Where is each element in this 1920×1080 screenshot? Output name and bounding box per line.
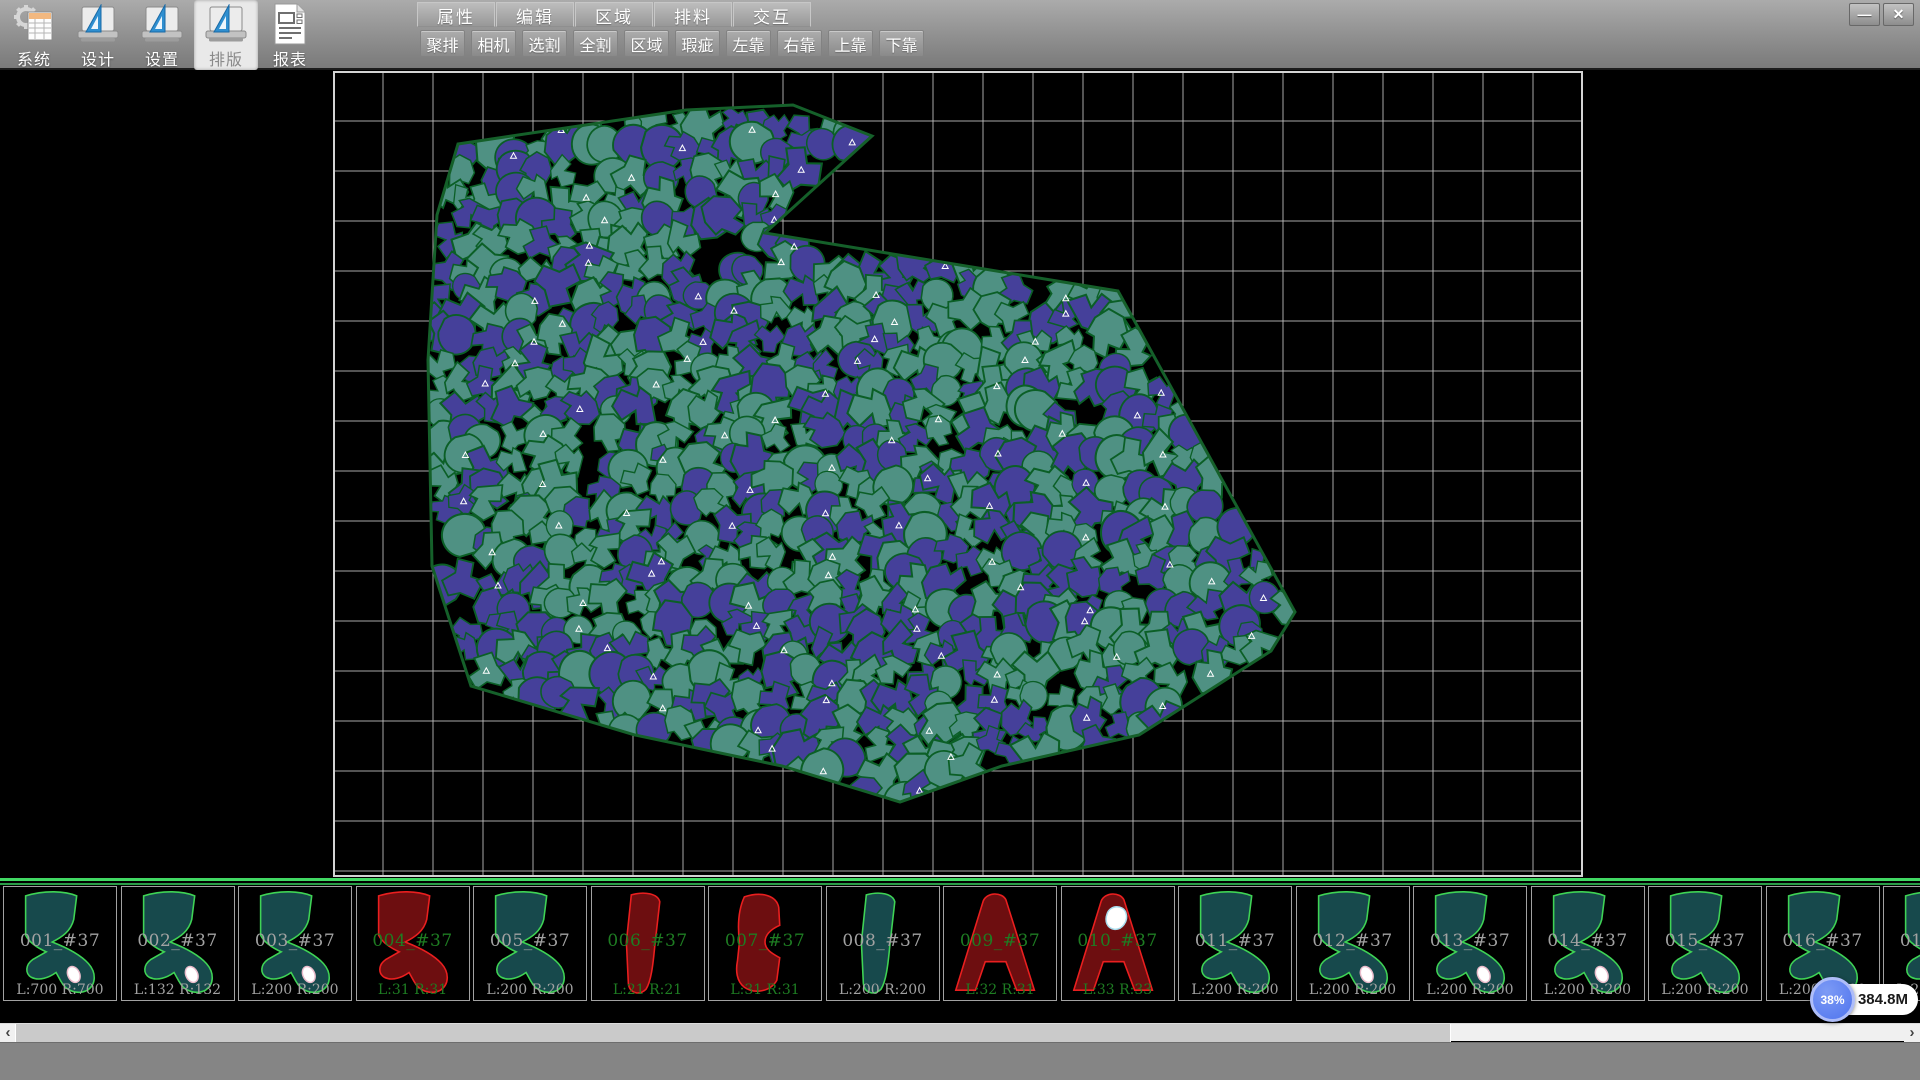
tool-button[interactable]: 选割 — [522, 30, 567, 57]
menu-tab-row: 属性编辑区域排料交互 — [417, 2, 812, 27]
piece-id-label: 014_#37 — [1532, 931, 1644, 951]
strip-separator-line — [0, 878, 1920, 881]
tool-button[interactable]: 下靠 — [879, 30, 924, 57]
piece-thumbnail[interactable]: 006_#37 L:21 R:21 — [591, 886, 705, 1001]
piece-thumbnail[interactable]: 011_#37 L:200 R:200 — [1178, 886, 1292, 1001]
piece-lr-count: L:200 R:200 — [1414, 982, 1526, 998]
app-button-label: 排版 — [209, 46, 243, 70]
minimize-button[interactable]: — — [1849, 3, 1880, 26]
piece-lr-count: L:200 R:200 — [1179, 982, 1291, 998]
progress-percent-badge[interactable]: 38% — [1810, 977, 1855, 1022]
progress-percent-value: 38% — [1820, 993, 1844, 1007]
menu-tab[interactable]: 区域 — [575, 2, 653, 27]
piece-id-label: 010_#37 — [1062, 931, 1174, 951]
piece-lr-count: L:32 R:31 — [944, 982, 1056, 998]
nesting-canvas-viewport[interactable] — [333, 71, 1583, 877]
piece-thumbnail[interactable]: 009_#37 L:32 R:31 — [943, 886, 1057, 1001]
piece-thumbnail[interactable]: 001_#37 L:700 R:700 — [3, 886, 117, 1001]
scrollbar-thumb[interactable] — [15, 1024, 1451, 1042]
piece-id-label: 017_#37 — [1884, 931, 1920, 951]
piece-id-label: 009_#37 — [944, 931, 1056, 951]
menu-tab[interactable]: 编辑 — [496, 2, 574, 27]
horizontal-scrollbar[interactable]: ‹ › — [0, 1023, 1920, 1041]
tool-button[interactable]: 上靠 — [828, 30, 873, 57]
piece-id-label: 015_#37 — [1649, 931, 1761, 951]
piece-lr-count: L:132 R:132 — [122, 982, 234, 998]
piece-thumbnail[interactable]: 005_#37 L:200 R:200 — [473, 886, 587, 1001]
piece-lr-count: L:200 R:200 — [1649, 982, 1761, 998]
tool-button[interactable]: 区域 — [624, 30, 669, 57]
menu-tab[interactable]: 排料 — [654, 2, 732, 27]
tool-button[interactable]: 右靠 — [777, 30, 822, 57]
main-toolbar: 系统 设计 设置 排版 报表 属性编辑区域排料交互 聚排相机选割全割区域瑕疵左靠… — [0, 0, 1920, 70]
tool-button[interactable]: 瑕疵 — [675, 30, 720, 57]
piece-lr-count: L:200 R:200 — [827, 982, 939, 998]
system-gear-icon — [11, 3, 57, 45]
strip-separator-line-2 — [0, 883, 1920, 885]
piece-thumbnail[interactable]: 004_#37 L:31 R:31 — [356, 886, 470, 1001]
piece-thumbnail-strip: 001_#37 L:700 R:700 002_#37 L:132 R:132 … — [0, 886, 1920, 1001]
piece-thumbnail[interactable]: 002_#37 L:132 R:132 — [121, 886, 235, 1001]
piece-lr-count: L:33 R:33 — [1062, 982, 1174, 998]
piece-thumbnail[interactable]: 008_#37 L:200 R:200 — [826, 886, 940, 1001]
app-button-label: 系统 — [17, 46, 51, 70]
app-button-系统[interactable]: 系统 — [2, 0, 66, 70]
piece-id-label: 016_#37 — [1767, 931, 1879, 951]
tool-button[interactable]: 左靠 — [726, 30, 771, 57]
piece-id-label: 008_#37 — [827, 931, 939, 951]
memory-usage-value: 384.8M — [1858, 991, 1908, 1008]
piece-id-label: 012_#37 — [1297, 931, 1409, 951]
ruler-screen-icon — [203, 4, 249, 44]
scroll-right-arrow-icon[interactable]: › — [1904, 1024, 1920, 1042]
status-bar — [0, 1042, 1920, 1080]
piece-thumbnail[interactable]: 007_#37 L:31 R:31 — [708, 886, 822, 1001]
piece-id-label: 013_#37 — [1414, 931, 1526, 951]
app-button-报表[interactable]: 报表 — [258, 0, 322, 70]
piece-id-label: 004_#37 — [357, 931, 469, 951]
menu-tab[interactable]: 交互 — [733, 2, 811, 27]
piece-thumbnail[interactable]: 012_#37 L:200 R:200 — [1296, 886, 1410, 1001]
piece-lr-count: L:200 R:200 — [1297, 982, 1409, 998]
scroll-left-arrow-icon[interactable]: ‹ — [0, 1024, 16, 1042]
ruler-screen-icon — [139, 4, 185, 44]
piece-lr-count: L:21 R:21 — [592, 982, 704, 998]
app-mode-buttons: 系统 设计 设置 排版 报表 — [2, 0, 322, 70]
app-button-设计[interactable]: 设计 — [66, 0, 130, 70]
piece-id-label: 001_#37 — [4, 931, 116, 951]
piece-lr-count: L:200 R:200 — [1532, 982, 1644, 998]
piece-lr-count: L:700 R:700 — [4, 982, 116, 998]
piece-id-label: 002_#37 — [122, 931, 234, 951]
piece-id-label: 003_#37 — [239, 931, 351, 951]
tool-button-row: 聚排相机选割全割区域瑕疵左靠右靠上靠下靠 — [420, 30, 930, 57]
app-button-label: 报表 — [273, 46, 307, 70]
piece-thumbnail[interactable]: 003_#37 L:200 R:200 — [238, 886, 352, 1001]
app-button-label: 设置 — [145, 46, 179, 70]
tool-button[interactable]: 相机 — [471, 30, 516, 57]
close-button[interactable]: ✕ — [1883, 3, 1914, 26]
report-document-icon — [270, 3, 310, 45]
app-button-label: 设计 — [81, 46, 115, 70]
application-window: 系统 设计 设置 排版 报表 属性编辑区域排料交互 聚排相机选割全割区域瑕疵左靠… — [0, 0, 1920, 1080]
piece-id-label: 007_#37 — [709, 931, 821, 951]
piece-lr-count: L:200 R:200 — [474, 982, 586, 998]
piece-id-label: 011_#37 — [1179, 931, 1291, 951]
piece-thumbnail[interactable]: 014_#37 L:200 R:200 — [1531, 886, 1645, 1001]
tool-button[interactable]: 聚排 — [420, 30, 465, 57]
window-controls: — ✕ — [1849, 3, 1914, 26]
piece-lr-count: L:200 R:200 — [239, 982, 351, 998]
app-button-排版[interactable]: 排版 — [194, 0, 258, 70]
menu-tab[interactable]: 属性 — [417, 2, 495, 27]
piece-lr-count: L:31 R:31 — [709, 982, 821, 998]
piece-thumbnail[interactable]: 010_#37 L:33 R:33 — [1061, 886, 1175, 1001]
piece-lr-count: L:31 R:31 — [357, 982, 469, 998]
nesting-layout-drawing — [333, 71, 1583, 877]
piece-thumbnail[interactable]: 013_#37 L:200 R:200 — [1413, 886, 1527, 1001]
piece-id-label: 006_#37 — [592, 931, 704, 951]
piece-id-label: 005_#37 — [474, 931, 586, 951]
app-button-设置[interactable]: 设置 — [130, 0, 194, 70]
piece-thumbnail[interactable]: 015_#37 L:200 R:200 — [1648, 886, 1762, 1001]
tool-button[interactable]: 全割 — [573, 30, 618, 57]
ruler-screen-icon — [75, 4, 121, 44]
